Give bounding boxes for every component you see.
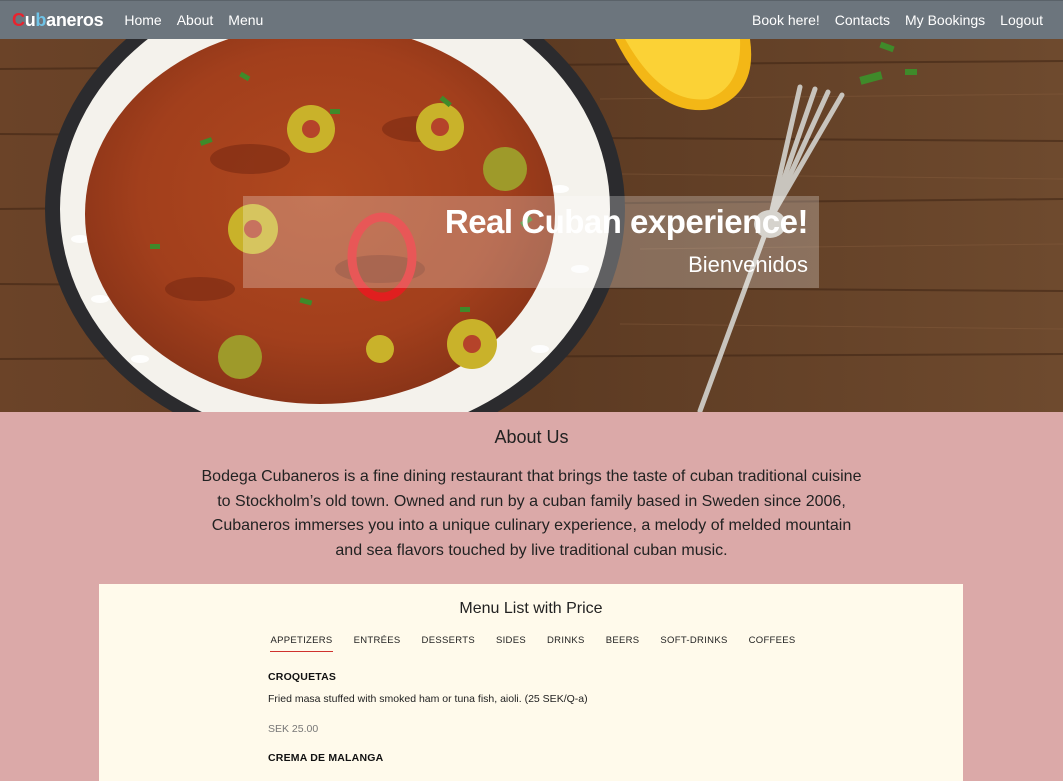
menu-title: Menu List with Price: [459, 600, 603, 617]
tab-desserts[interactable]: DESSERTS: [422, 635, 475, 652]
brand-letter-c: C: [12, 9, 25, 30]
tab-appetizers[interactable]: APPETIZERS: [270, 635, 333, 652]
nav-link-logout[interactable]: Logout: [1000, 12, 1043, 28]
nav-link-home[interactable]: Home: [124, 12, 161, 28]
nav-left: Home About Menu: [124, 12, 278, 28]
about-section: About Us Bodega Cubaneros is a fine dini…: [0, 412, 1063, 563]
brand-logo[interactable]: Cubaneros: [12, 9, 104, 31]
menu-item-description: Fried masa stuffed with smoked ham or tu…: [268, 693, 588, 705]
tab-beers[interactable]: BEERS: [606, 635, 640, 652]
tab-entrees[interactable]: ENTRÉES: [354, 635, 401, 652]
menu-items: CROQUETAS Fried masa stuffed with smoked…: [268, 670, 963, 765]
menu-item: CREMA DE MALANGA: [268, 751, 963, 765]
brand-letter-b: b: [35, 9, 47, 30]
brand-letter-u: u: [24, 9, 36, 30]
menu-tabs: APPETIZERS ENTRÉES DESSERTS SIDES DRINKS…: [103, 635, 963, 652]
about-text: Bodega Cubaneros is a fine dining restau…: [201, 468, 862, 559]
nav-link-book[interactable]: Book here!: [752, 12, 820, 28]
tab-sides[interactable]: SIDES: [496, 635, 526, 652]
menu-item-price: SEK 25.00: [268, 723, 319, 735]
about-heading: About Us: [494, 427, 569, 447]
tab-drinks[interactable]: DRINKS: [547, 635, 585, 652]
menu-item-name: CROQUETAS: [268, 671, 337, 683]
menu-item-name: CREMA DE MALANGA: [268, 752, 384, 764]
hero-banner: Real Cuban experience! Bienvenidos: [0, 39, 1063, 412]
nav-link-menu[interactable]: Menu: [228, 12, 263, 28]
brand-rest: aneros: [46, 9, 104, 30]
menu-item: CROQUETAS Fried masa stuffed with smoked…: [268, 670, 963, 736]
nav-link-about[interactable]: About: [177, 12, 214, 28]
tab-coffees[interactable]: COFFEES: [749, 635, 796, 652]
tab-soft-drinks[interactable]: SOFT-DRINKS: [660, 635, 727, 652]
nav-link-my-bookings[interactable]: My Bookings: [905, 12, 985, 28]
menu-card: Menu List with Price APPETIZERS ENTRÉES …: [99, 584, 963, 781]
nav-link-contacts[interactable]: Contacts: [835, 12, 890, 28]
top-navbar: Cubaneros Home About Menu Book here! Con…: [0, 0, 1063, 39]
hero-subtitle: Bienvenidos: [688, 252, 808, 277]
hero-title: Real Cuban experience!: [444, 203, 809, 240]
nav-right: Book here! Contacts My Bookings Logout: [752, 12, 1051, 28]
hero-caption: Real Cuban experience! Bienvenidos: [243, 196, 819, 288]
